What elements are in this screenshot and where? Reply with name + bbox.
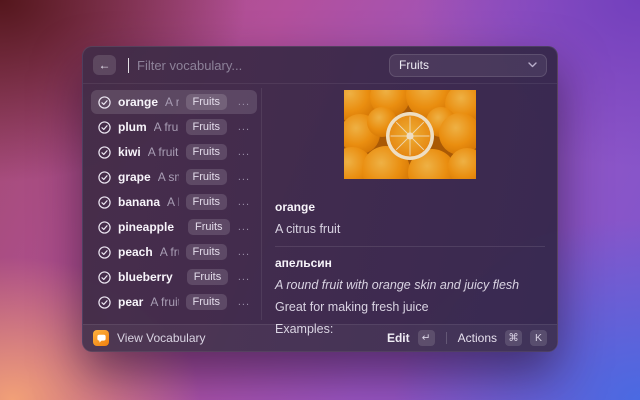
- window-body: orange A round f... Fruits... plum A fruit o…: [83, 84, 557, 324]
- detail-divider: [275, 246, 545, 247]
- check-circle-icon: [98, 171, 111, 184]
- speech-bubble-icon: [96, 333, 107, 344]
- list-item-tag: Fruits: [187, 269, 229, 285]
- more-ellipsis-icon: ...: [235, 271, 250, 283]
- vocabulary-list: orange A round f... Fruits... plum A fruit o…: [83, 84, 261, 324]
- back-button[interactable]: ←: [93, 55, 116, 75]
- more-ellipsis-icon: ...: [234, 96, 250, 108]
- more-ellipsis-icon: ...: [237, 221, 250, 233]
- list-item[interactable]: plum A fruit often... Fruits...: [91, 115, 257, 139]
- edit-action-button[interactable]: Edit: [387, 331, 410, 345]
- list-item[interactable]: peach A fruit with... Fruits...: [91, 240, 257, 264]
- list-item-word: blueberry: [118, 270, 173, 284]
- list-item-description: A fruit often...: [154, 120, 179, 134]
- dropdown-value: Fruits: [399, 58, 429, 72]
- list-item-word: grape: [118, 170, 151, 184]
- app-window: ← Fruits orangeA round f...Fruits...plum…: [82, 46, 558, 352]
- search-input[interactable]: [137, 58, 381, 73]
- check-circle-icon: [98, 146, 111, 159]
- more-ellipsis-icon: ...: [234, 196, 250, 208]
- check-circle-icon: [98, 196, 111, 209]
- detail-panel: orange A citrus fruit апельсин A round f…: [262, 84, 557, 324]
- check-circle-icon: [98, 246, 111, 259]
- more-ellipsis-icon: ...: [234, 296, 250, 308]
- oranges-image: [344, 90, 476, 179]
- more-ellipsis-icon: ...: [234, 246, 250, 258]
- detail-word: orange: [275, 200, 545, 214]
- list-item-tag: Fruits: [186, 144, 228, 160]
- check-circle-icon: [98, 271, 111, 284]
- list-item-word: kiwi: [118, 145, 141, 159]
- check-circle-icon: [98, 221, 111, 234]
- check-circle-icon: [98, 96, 111, 109]
- text-caret: [128, 58, 129, 73]
- list-item[interactable]: orange A round f... Fruits...: [91, 90, 257, 114]
- more-ellipsis-icon: ...: [234, 146, 250, 158]
- footer-separator: [446, 332, 447, 344]
- list-item-word: banana: [118, 195, 160, 209]
- list-item-tag: Fruits: [186, 94, 228, 110]
- list-item[interactable]: grape A small, ro... Fruits...: [91, 165, 257, 189]
- back-arrow-icon: ←: [99, 58, 111, 72]
- more-ellipsis-icon: ...: [234, 121, 250, 133]
- detail-definition: A citrus fruit: [275, 222, 545, 236]
- list-item[interactable]: blueberryA swee...Fruits...: [91, 265, 257, 289]
- list-item-tag: Fruits: [186, 119, 228, 135]
- list-item-word: pineapple: [118, 220, 174, 234]
- list-item-description: A small, ro...: [158, 170, 179, 184]
- detail-usage-note: Great for making fresh juice: [275, 300, 545, 314]
- check-circle-icon: [98, 121, 111, 134]
- list-item-tag: Fruits: [186, 169, 228, 185]
- app-icon: [93, 330, 109, 346]
- check-circle-icon: [98, 296, 111, 309]
- list-item-word: pear: [118, 295, 143, 309]
- footer-bar: View Vocabulary Edit ↵ Actions ⌘ K: [83, 324, 557, 351]
- list-item-description: A long, c...: [167, 195, 178, 209]
- list-item-description: A fruit often...: [150, 295, 178, 309]
- detail-translation: апельсин: [275, 256, 545, 270]
- list-item-description: A fruit known...: [148, 145, 179, 159]
- chevron-down-icon: [528, 62, 537, 68]
- footer-app-name: View Vocabulary: [117, 331, 206, 345]
- desktop-background: { "window": { "header": { "back_icon": "…: [0, 0, 640, 400]
- actions-menu-button[interactable]: Actions: [458, 331, 497, 345]
- list-item-description: A fruit with...: [160, 245, 179, 259]
- category-dropdown[interactable]: Fruits: [389, 54, 547, 77]
- list-item[interactable]: pineappleA delici...Fruits...: [91, 215, 257, 239]
- list-item[interactable]: kiwi A fruit known... Fruits...: [91, 140, 257, 164]
- command-key-icon: ⌘: [505, 330, 522, 346]
- detail-translation-definition: A round fruit with orange skin and juicy…: [275, 278, 545, 292]
- list-item-tag: Fruits: [188, 219, 230, 235]
- list-item[interactable]: banana A long, c... Fruits...: [91, 190, 257, 214]
- list-item-tag: Fruits: [186, 244, 228, 260]
- return-key-icon: ↵: [418, 330, 435, 346]
- list-item-tag: Fruits: [186, 294, 228, 310]
- k-key-icon: K: [530, 330, 547, 346]
- list-item-word: peach: [118, 245, 153, 259]
- list-item-tag: Fruits: [186, 194, 228, 210]
- list-item-word: orange: [118, 95, 158, 109]
- list-item-description: A round f...: [165, 95, 178, 109]
- list-item[interactable]: pear A fruit often... Fruits...: [91, 290, 257, 314]
- header-bar: ← Fruits: [83, 47, 557, 84]
- list-item-word: plum: [118, 120, 147, 134]
- more-ellipsis-icon: ...: [234, 171, 250, 183]
